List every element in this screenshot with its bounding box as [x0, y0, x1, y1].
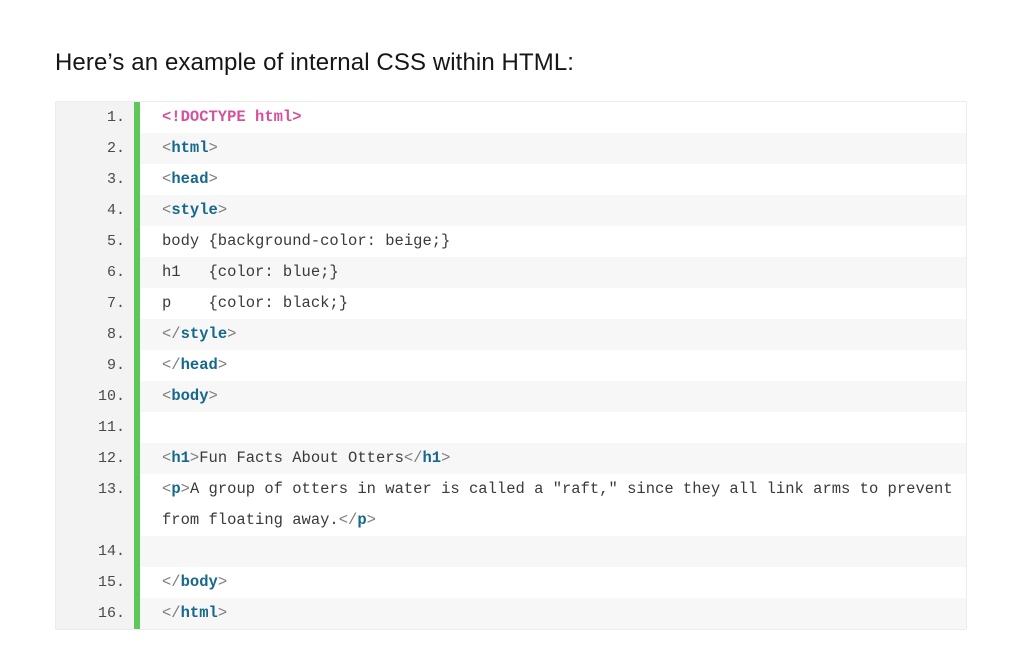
line-number: 8. — [56, 319, 134, 350]
line-number: 2. — [56, 133, 134, 164]
line-number: 16. — [56, 598, 134, 629]
code-line-row: 12.<h1>Fun Facts About Otters</h1> — [56, 443, 966, 474]
token-tag: style — [171, 201, 218, 219]
code-line-row: 1. <!DOCTYPE html> — [56, 102, 966, 133]
token-doctype: <!DOCTYPE html> — [162, 108, 302, 126]
line-number: 11. — [56, 412, 134, 443]
line-number: 7. — [56, 288, 134, 319]
token-bracket: > — [209, 170, 218, 188]
token-bracket: < — [162, 170, 171, 188]
code-line-row: 3.<head> — [56, 164, 966, 195]
token-bracket: < — [162, 387, 171, 405]
token-bracket: > — [227, 325, 236, 343]
token-bracket: </ — [162, 356, 181, 374]
line-number: 5. — [56, 226, 134, 257]
token-bracket: </ — [162, 573, 181, 591]
code-line-text[interactable]: p {color: black;} — [140, 288, 966, 319]
page-title: Here’s an example of internal CSS within… — [55, 47, 574, 79]
token-bracket: < — [162, 139, 171, 157]
token-bracket: > — [190, 449, 199, 467]
token-tag: h1 — [171, 449, 190, 467]
token-plain: h1 {color: blue;} — [162, 263, 339, 281]
code-line-text[interactable]: </head> — [140, 350, 966, 381]
code-line-row: 14. — [56, 536, 966, 567]
code-lines: 1.<!DOCTYPE html>2.<html>3.<head>4.<styl… — [56, 102, 966, 629]
token-tag: style — [181, 325, 228, 343]
token-bracket: > — [218, 201, 227, 219]
token-tag: h1 — [422, 449, 441, 467]
token-plain: p {color: black;} — [162, 294, 348, 312]
token-tag: head — [181, 356, 218, 374]
code-line-text[interactable]: h1 {color: blue;} — [140, 257, 966, 288]
line-number: 4. — [56, 195, 134, 226]
code-line-row: 9.</head> — [56, 350, 966, 381]
code-line-row: 5. body {background-color: beige;} — [56, 226, 966, 257]
code-line-text[interactable]: <p>A group of otters in water is called … — [140, 474, 966, 536]
token-tag: p — [357, 511, 366, 529]
code-line-text[interactable] — [140, 536, 966, 567]
code-line-text[interactable]: <head> — [140, 164, 966, 195]
code-line-row: 15.</body> — [56, 567, 966, 598]
token-bracket: > — [218, 604, 227, 622]
line-number: 9. — [56, 350, 134, 381]
token-bracket: > — [367, 511, 376, 529]
code-line-text[interactable]: </body> — [140, 567, 966, 598]
token-bracket: < — [162, 449, 171, 467]
code-line-row: 8.</style> — [56, 319, 966, 350]
token-bracket: </ — [162, 604, 181, 622]
code-line-row: 4.<style> — [56, 195, 966, 226]
code-block: 1.<!DOCTYPE html>2.<html>3.<head>4.<styl… — [55, 101, 967, 630]
code-line-text[interactable]: </html> — [140, 598, 966, 629]
line-number: 1. — [56, 102, 134, 133]
token-tag: html — [181, 604, 218, 622]
token-bracket: > — [209, 139, 218, 157]
token-bracket: > — [218, 356, 227, 374]
line-number: 12. — [56, 443, 134, 474]
code-line-text[interactable]: <html> — [140, 133, 966, 164]
token-bracket: < — [162, 480, 171, 498]
token-bracket: > — [181, 480, 190, 498]
code-line-text[interactable]: body {background-color: beige;} — [140, 226, 966, 257]
code-line-row: 11. — [56, 412, 966, 443]
code-line-text[interactable]: <h1>Fun Facts About Otters</h1> — [140, 443, 966, 474]
code-line-text[interactable]: <body> — [140, 381, 966, 412]
token-tag: body — [171, 387, 208, 405]
token-plain: body {background-color: beige;} — [162, 232, 450, 250]
code-line-row: 16.</html> — [56, 598, 966, 629]
code-line-text[interactable]: <style> — [140, 195, 966, 226]
line-number: 6. — [56, 257, 134, 288]
code-line-row: 13.<p>A group of otters in water is call… — [56, 474, 966, 536]
line-number: 3. — [56, 164, 134, 195]
token-bracket: </ — [339, 511, 358, 529]
token-bracket: </ — [404, 449, 423, 467]
token-text: Fun Facts About Otters — [199, 449, 404, 467]
token-tag: head — [171, 170, 208, 188]
code-line-row: 6. h1 {color: blue;} — [56, 257, 966, 288]
line-number: 13. — [56, 474, 134, 536]
token-bracket: </ — [162, 325, 181, 343]
line-number: 10. — [56, 381, 134, 412]
token-text: A group of otters in water is called a "… — [162, 480, 962, 529]
token-tag: html — [171, 139, 208, 157]
code-line-row: 2.<html> — [56, 133, 966, 164]
line-number: 15. — [56, 567, 134, 598]
code-line-row: 7. p {color: black;} — [56, 288, 966, 319]
token-bracket: > — [441, 449, 450, 467]
token-bracket: > — [218, 573, 227, 591]
token-bracket: < — [162, 201, 171, 219]
code-line-row: 10.<body> — [56, 381, 966, 412]
token-bracket: > — [209, 387, 218, 405]
line-number: 14. — [56, 536, 134, 567]
code-line-text[interactable]: </style> — [140, 319, 966, 350]
code-line-text[interactable] — [140, 412, 966, 443]
token-tag: body — [181, 573, 218, 591]
token-tag: p — [171, 480, 180, 498]
code-line-text[interactable]: <!DOCTYPE html> — [140, 102, 966, 133]
